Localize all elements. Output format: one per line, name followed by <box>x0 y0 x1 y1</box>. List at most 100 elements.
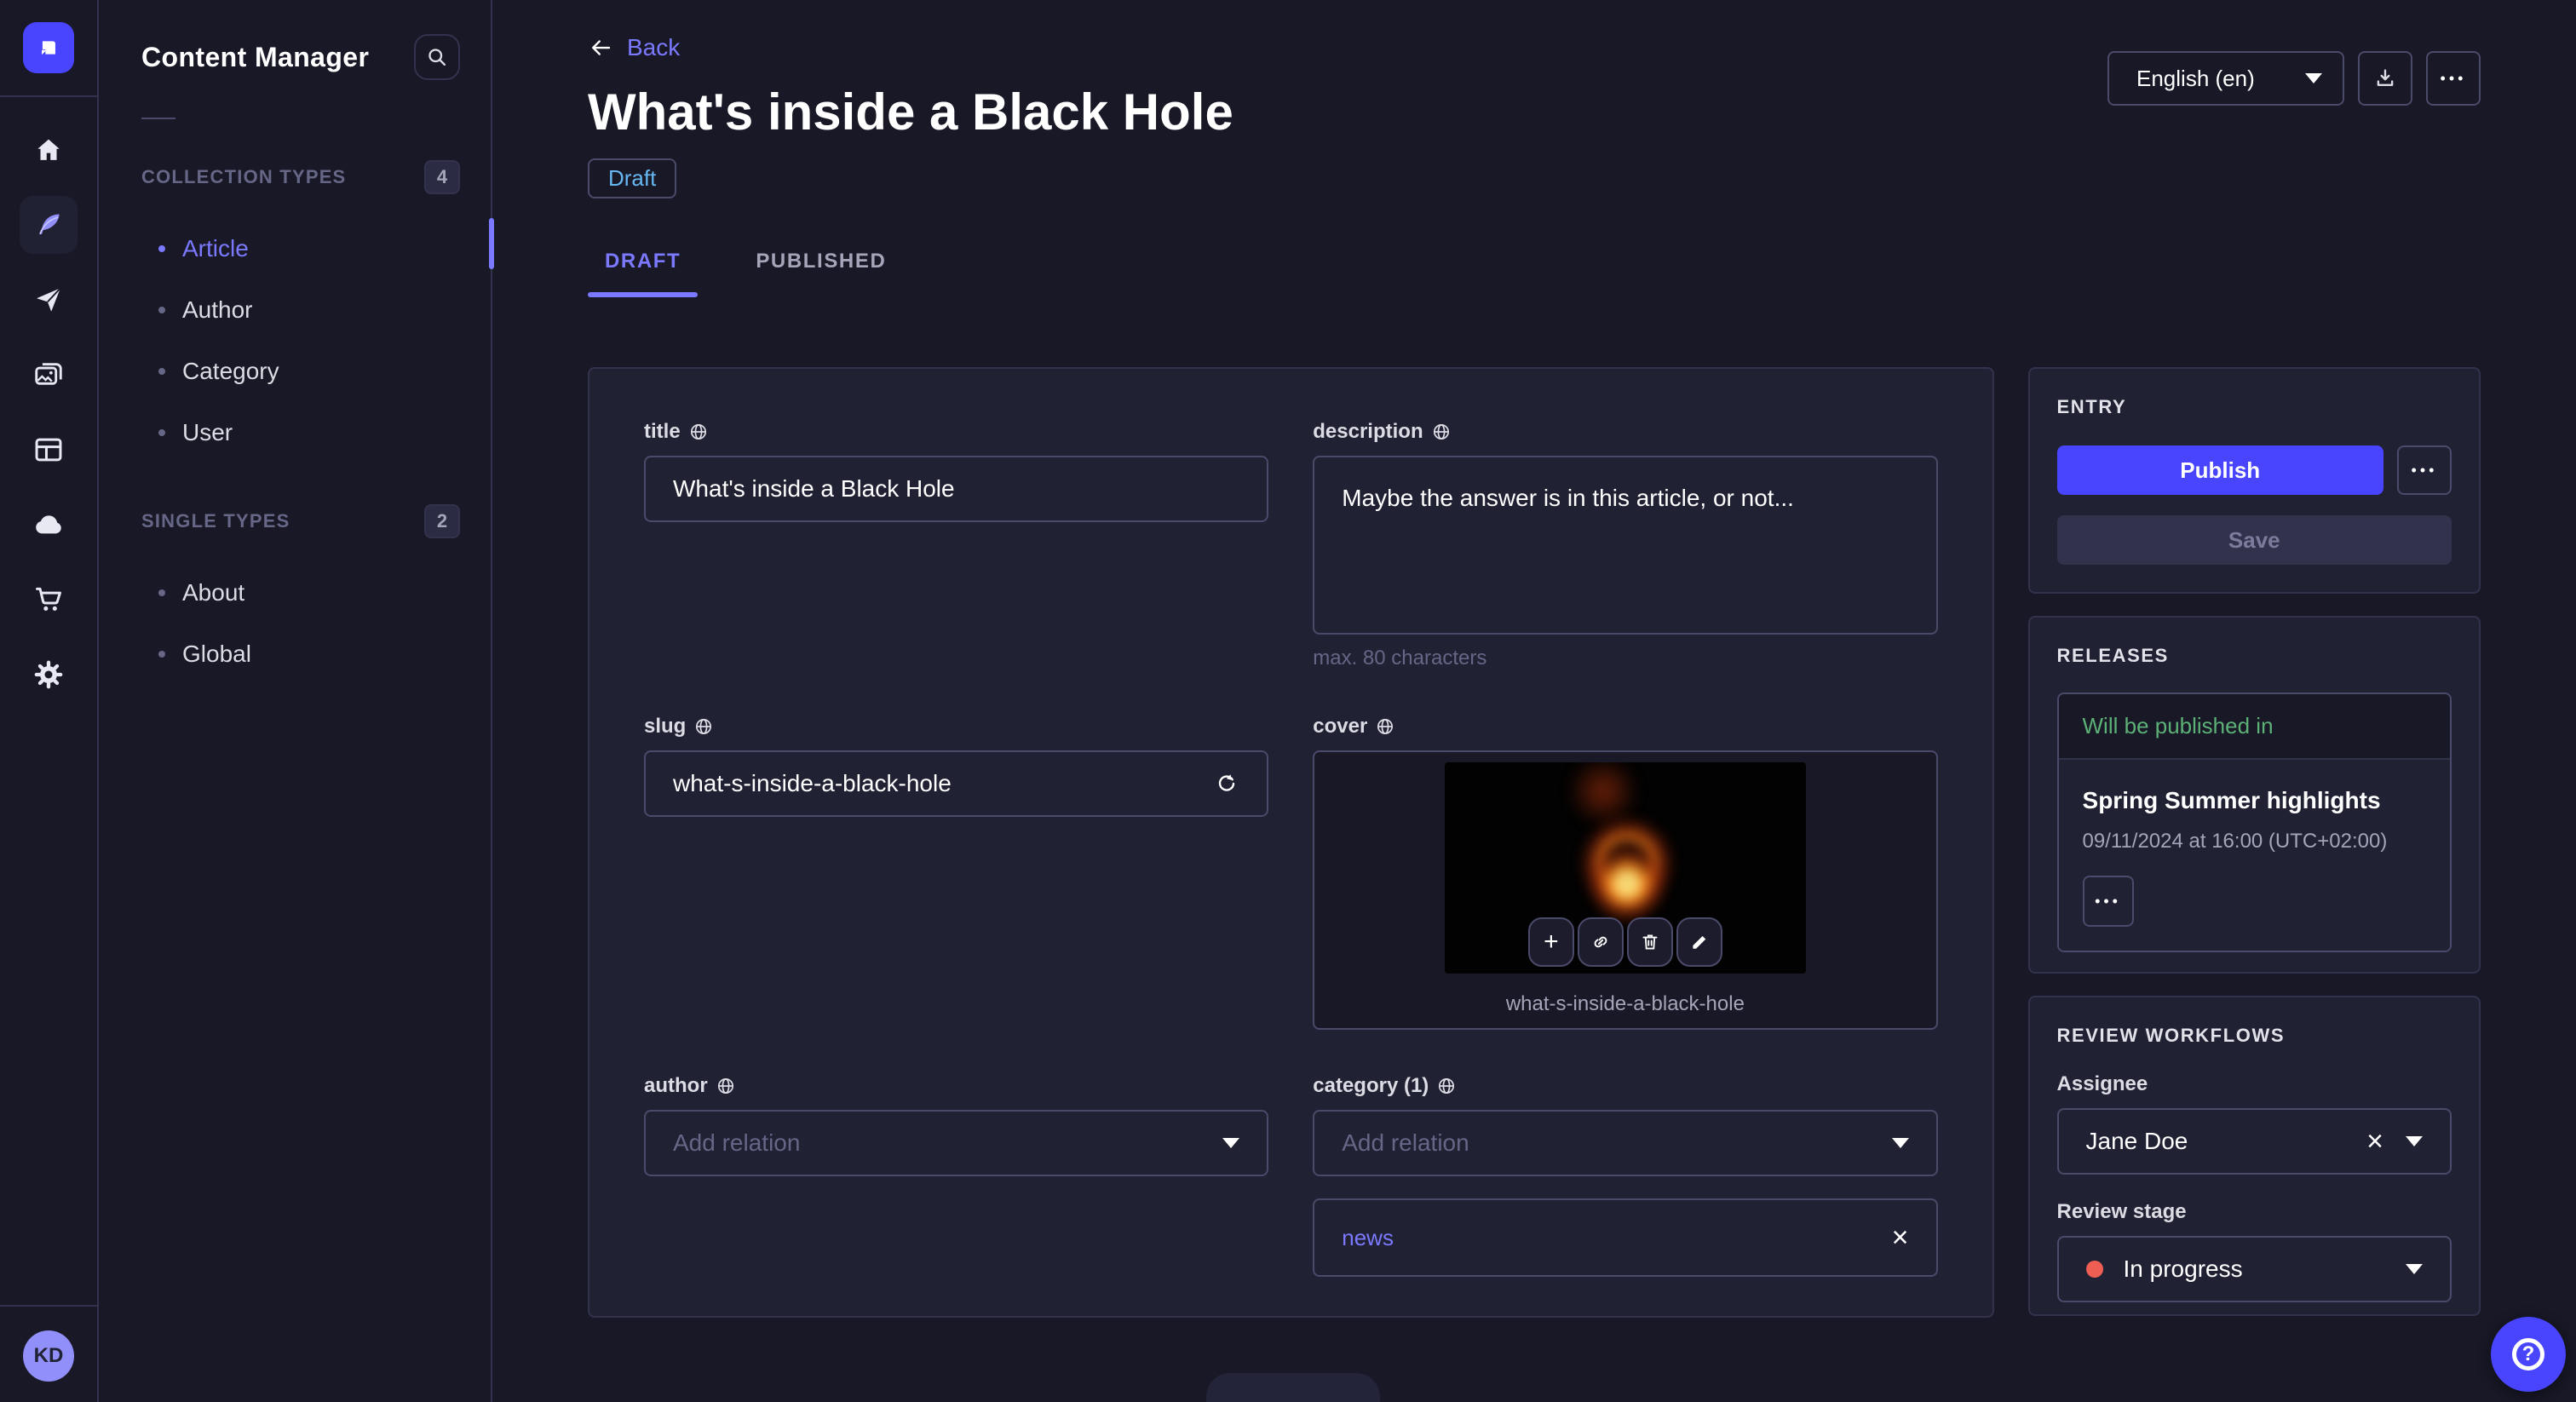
cover-copy-link-button[interactable] <box>1577 917 1624 967</box>
rail-item-content-type-builder[interactable] <box>20 421 78 479</box>
title-input[interactable]: What's inside a Black Hole <box>644 456 1269 522</box>
export-button[interactable] <box>2358 51 2412 106</box>
release-more-button[interactable]: ••• <box>2082 876 2134 927</box>
page-title: What's inside a Black Hole <box>588 83 1233 141</box>
remove-relation-button[interactable]: × <box>1892 1223 1909 1252</box>
bullet-icon <box>158 589 165 596</box>
description-textarea[interactable]: Maybe the answer is in this article, or … <box>1313 456 1938 635</box>
nav-rail: KD <box>0 0 99 1402</box>
sidebar-item-article[interactable]: Article <box>141 218 460 279</box>
sidebar-item-label: User <box>182 419 233 445</box>
chevron-down-icon <box>2406 1264 2423 1274</box>
rail-item-home[interactable] <box>20 121 78 179</box>
help-button[interactable]: ? <box>2491 1317 2566 1392</box>
cloud-icon <box>36 515 61 534</box>
author-relation-combobox[interactable]: Add relation <box>644 1110 1269 1176</box>
rail-item-settings[interactable] <box>20 646 78 704</box>
field-title: title What's inside a Black Hole <box>644 420 1269 670</box>
slug-input[interactable]: what-s-inside-a-black-hole <box>644 750 1269 817</box>
content-manager-sidebar: Content Manager COLLECTION TYPES 4 Artic… <box>101 0 494 1402</box>
back-label: Back <box>627 34 681 60</box>
rail-item-cloud[interactable] <box>20 496 78 554</box>
assignee-label: Assignee <box>2056 1072 2148 1095</box>
cover-delete-button[interactable] <box>1626 917 1673 967</box>
relation-link-news[interactable]: news <box>1342 1225 1394 1251</box>
user-avatar[interactable]: KD <box>23 1330 74 1382</box>
sidebar-item-user[interactable]: User <box>141 402 460 463</box>
locale-select[interactable]: English (en) <box>2107 51 2344 106</box>
globe-icon <box>696 718 712 735</box>
releases-panel: RELEASES Will be published in Spring Sum… <box>2027 616 2481 974</box>
cover-toolbar: + <box>1527 917 1722 967</box>
main-content: Back What's inside a Black Hole Draft En… <box>494 0 2576 1402</box>
bullet-icon <box>158 429 165 436</box>
arrow-left-icon <box>592 40 611 55</box>
search-button[interactable] <box>414 34 460 80</box>
author-field-label: author <box>644 1074 708 1097</box>
chevron-down-icon <box>2305 73 2322 83</box>
sidebar-item-label: Article <box>182 235 249 261</box>
description-value: Maybe the answer is in this article, or … <box>1342 485 1794 511</box>
rail-item-content-manager[interactable] <box>20 196 78 254</box>
regenerate-slug-button[interactable] <box>1214 771 1239 796</box>
stage-status-dot <box>2085 1261 2103 1278</box>
stage-value: In progress <box>2123 1255 2243 1282</box>
release-date: 09/11/2024 at 16:00 (UTC+02:00) <box>2082 830 2388 853</box>
publish-button[interactable]: Publish <box>2056 445 2383 495</box>
download-icon <box>2377 69 2394 86</box>
description-field-label: description <box>1313 420 1423 443</box>
gear-icon <box>34 660 63 689</box>
single-types-count: 2 <box>424 504 460 538</box>
link-icon <box>1594 936 1607 948</box>
review-stage-combobox[interactable]: In progress <box>2056 1236 2452 1302</box>
pencil-icon <box>1693 935 1706 949</box>
title-field-label: title <box>644 420 681 443</box>
cover-add-button[interactable]: + <box>1527 917 1574 967</box>
question-mark-icon: ? <box>2512 1338 2544 1370</box>
cover-field-label: cover <box>1313 715 1368 738</box>
globe-icon <box>1433 423 1449 440</box>
sidebar-item-global[interactable]: Global <box>141 623 460 685</box>
header-more-button[interactable]: ••• <box>2426 51 2481 106</box>
rail-item-releases[interactable] <box>20 271 78 329</box>
ellipsis-icon: ••• <box>2440 69 2467 87</box>
sidebar-divider <box>141 118 175 119</box>
cover-edit-button[interactable] <box>1676 917 1722 967</box>
ellipsis-icon: ••• <box>2095 892 2121 910</box>
assignee-combobox[interactable]: Jane Doe × <box>2056 1108 2452 1175</box>
locale-select-value: English (en) <box>2136 65 2255 91</box>
save-button[interactable]: Save <box>2056 515 2452 565</box>
single-types-label: SINGLE TYPES <box>141 510 290 531</box>
entry-more-button[interactable]: ••• <box>2397 445 2452 495</box>
single-types-list: About Global <box>141 562 460 685</box>
rail-item-media-library[interactable] <box>20 346 78 404</box>
collapsed-component-peek[interactable] <box>1206 1373 1380 1402</box>
globe-icon <box>717 1077 733 1095</box>
sidebar-item-category[interactable]: Category <box>141 341 460 402</box>
tab-draft[interactable]: DRAFT <box>588 250 698 297</box>
field-author: author Add relation <box>644 1074 1269 1277</box>
sidebar-item-label: Author <box>182 296 253 323</box>
review-panel-title: REVIEW WORKFLOWS <box>2056 1025 2286 1046</box>
back-link[interactable]: Back <box>588 34 680 61</box>
right-panel: ENTRY Publish ••• Save RELEASES Will be … <box>2027 367 2481 1316</box>
globe-icon <box>1377 718 1394 735</box>
layout-icon <box>35 438 62 462</box>
category-placeholder: Add relation <box>1342 1129 1469 1156</box>
status-badge: Draft <box>588 158 677 198</box>
bullet-icon <box>158 245 165 252</box>
sidebar-item-label: Category <box>182 358 279 384</box>
strapi-logo[interactable] <box>23 22 74 73</box>
collection-types-label: COLLECTION TYPES <box>141 166 347 187</box>
title-input-value: What's inside a Black Hole <box>673 475 955 502</box>
category-relation-combobox[interactable]: Add relation <box>1313 1110 1938 1176</box>
description-helper: max. 80 characters <box>1313 646 1487 669</box>
clear-assignee-button[interactable]: × <box>2366 1127 2383 1156</box>
tab-published[interactable]: PUBLISHED <box>739 250 903 297</box>
app-window: KD Content Manager COLLECTION TYPES 4 Ar… <box>0 0 2576 1402</box>
sidebar-item-author[interactable]: Author <box>141 279 460 341</box>
sidebar-item-about[interactable]: About <box>141 562 460 623</box>
bullet-icon <box>158 307 165 313</box>
entry-panel: ENTRY Publish ••• Save <box>2027 367 2481 594</box>
rail-item-marketplace[interactable] <box>20 571 78 629</box>
